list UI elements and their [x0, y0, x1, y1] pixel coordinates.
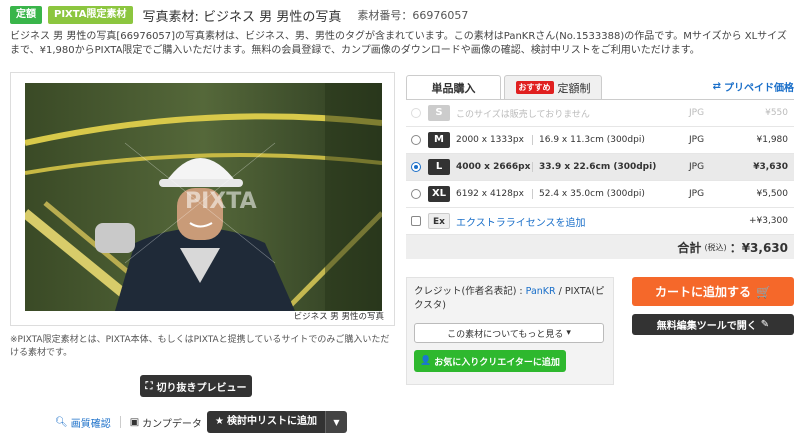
size-code-xl: XL: [428, 186, 450, 202]
image-check-label: 画質確認: [70, 418, 111, 430]
size-row-l[interactable]: L 4000 x 2666px 33.9 x 22.6cm (300dpi) J…: [406, 154, 794, 181]
size-pixels: 6192 x 4128px: [456, 189, 524, 199]
zoom-icon: 🔍︎: [55, 416, 68, 428]
caret-down-icon: ▾: [566, 328, 571, 338]
add-to-list-label: 検討中リストに追加: [226, 416, 317, 427]
crop-preview-button[interactable]: ⛶ 切り抜きプレビュー: [140, 375, 252, 397]
review-list-button-group: ★ 検討中リストに追加 ▼: [207, 411, 347, 433]
total-label: 合計: [677, 240, 702, 255]
size-table: S このサイズは販売しておりません JPG ¥550 M 2000 x 1333…: [406, 100, 794, 235]
size-price: ¥5,500: [756, 189, 789, 199]
bottom-links: 🔍︎ 画質確認 ▣ カンプデータ: [55, 411, 202, 433]
cart-button-label: カートに追加する: [655, 285, 752, 299]
size-code-ex: Ex: [428, 213, 450, 229]
image-icon: ▣: [129, 416, 140, 428]
size-radio-m[interactable]: [411, 135, 421, 145]
size-format: JPG: [689, 135, 705, 145]
add-to-cart-button[interactable]: カートに追加する 🛒: [632, 277, 794, 306]
caret-down-icon: ▼: [333, 417, 340, 427]
divider: [119, 416, 121, 428]
author-link[interactable]: PanKR: [526, 286, 556, 297]
more-about-material-button[interactable]: この素材についてもっと見る ▾: [414, 323, 604, 343]
cart-icon: 🛒: [756, 284, 771, 299]
size-price: ¥550: [765, 108, 788, 118]
size-row-m[interactable]: M 2000 x 1333px 16.9 x 11.3cm (300dpi) J…: [406, 127, 794, 154]
size-format: JPG: [689, 162, 705, 172]
size-pixels: 2000 x 1333px: [456, 135, 524, 145]
crop-preview-label: 切り抜きプレビュー: [156, 382, 247, 394]
page-title: 写真素材: ビジネス 男 男性の写真: [142, 9, 342, 25]
crop-icon: ⛶: [145, 380, 153, 392]
comp-data-link[interactable]: ▣ カンプデータ: [130, 415, 202, 430]
open-edit-tool-button[interactable]: 無料編集ツールで開く ✎: [632, 314, 794, 335]
size-row-s: S このサイズは販売しておりません JPG ¥550: [406, 100, 794, 127]
edit-button-label: 無料編集ツールで開く: [656, 321, 757, 332]
total-value: ：¥3,630: [729, 240, 788, 255]
credit-text: クレジット(作者名表記) : PanKR / PIXTA(ピクスタ): [414, 285, 606, 313]
size-unavailable-text: このサイズは販売しておりません: [456, 109, 590, 120]
credit-box: クレジット(作者名表記) : PanKR / PIXTA(ピクスタ) この素材に…: [406, 277, 614, 385]
photo-caption: ビジネス 男 男性の写真: [293, 312, 384, 322]
more-button-label: この素材についてもっと見る: [447, 329, 564, 340]
size-pixels: 4000 x 2666px: [456, 162, 531, 172]
size-cm: 16.9 x 11.3cm (300dpi): [532, 135, 645, 145]
pencil-icon: ✎: [760, 319, 770, 330]
star-icon: ★: [215, 416, 224, 427]
size-cm: 33.9 x 22.6cm (300dpi): [532, 162, 656, 172]
limited-note: ※PIXTA限定素材とは、PIXTA本体、もしくはPIXTAと提携しているサイト…: [10, 335, 390, 358]
comp-data-label: カンプデータ: [142, 418, 202, 430]
size-price: ¥3,630: [753, 162, 788, 172]
extra-license-price: +¥3,300: [748, 216, 788, 226]
prepaid-label: プリペイド価格: [724, 83, 794, 94]
size-code-l: L: [428, 159, 450, 175]
tab-plan-label: 定額制: [557, 81, 591, 95]
size-radio-s: [411, 108, 421, 118]
extra-license-row[interactable]: Ex エクストラライセンスを追加 +¥3,300: [406, 208, 794, 235]
size-format: JPG: [689, 108, 705, 118]
size-code-m: M: [428, 132, 450, 148]
add-to-review-list-button[interactable]: ★ 検討中リストに追加: [207, 411, 325, 433]
page-header: 定額 PIXTA限定素材 写真素材: ビジネス 男 男性の写真 素材番号：669…: [10, 6, 469, 25]
description: ビジネス 男 男性の写真[66976057]の写真素材は、ビジネス、男、男性のタ…: [10, 31, 787, 56]
extra-license-checkbox[interactable]: [411, 216, 421, 226]
size-format: JPG: [689, 189, 705, 199]
total-tax-note: (税込): [704, 242, 727, 252]
tab-single-purchase[interactable]: 単品購入: [406, 75, 501, 99]
material-number: 素材番号：66976057: [357, 9, 469, 22]
photo-frame: PIXTA ビジネス 男 男性の写真: [10, 72, 395, 326]
add-favorite-creator-button[interactable]: 👤 お気に入りクリエイターに追加: [414, 350, 566, 372]
size-cm: 52.4 x 35.0cm (300dpi): [532, 189, 645, 199]
photo-watermark: PIXTA: [185, 189, 257, 214]
arrows-icon: ⇄: [712, 81, 721, 92]
tab-single-label: 単品購入: [431, 81, 476, 95]
limited-badge: PIXTA限定素材: [48, 6, 133, 24]
size-price: ¥1,980: [756, 135, 789, 145]
main-photo[interactable]: PIXTA: [25, 83, 382, 311]
tab-subscription[interactable]: おすすめ 定額制: [504, 75, 602, 99]
credit-prefix: クレジット(作者名表記) :: [414, 286, 526, 297]
size-row-xl[interactable]: XL 6192 x 4128px 52.4 x 35.0cm (300dpi) …: [406, 181, 794, 208]
plan-badge: 定額: [10, 6, 42, 24]
user-plus-icon: 👤: [420, 356, 432, 366]
purchase-tabs: 単品購入 おすすめ 定額制 ⇄ プリペイド価格: [406, 75, 794, 99]
review-list-dropdown-button[interactable]: ▼: [324, 411, 347, 433]
total-row: 合計 (税込) ：¥3,630: [406, 235, 794, 259]
extra-license-link[interactable]: エクストラライセンスを追加: [456, 214, 586, 229]
size-radio-l[interactable]: [411, 162, 421, 172]
size-radio-xl[interactable]: [411, 189, 421, 199]
prepaid-price-link[interactable]: ⇄ プリペイド価格: [713, 79, 794, 94]
image-check-link[interactable]: 🔍︎ 画質確認: [55, 415, 111, 430]
fav-button-label: お気に入りクリエイターに追加: [434, 357, 560, 368]
size-code-s: S: [428, 105, 450, 121]
photo-image: PIXTA: [25, 83, 382, 311]
recommended-tag: おすすめ: [515, 81, 554, 94]
